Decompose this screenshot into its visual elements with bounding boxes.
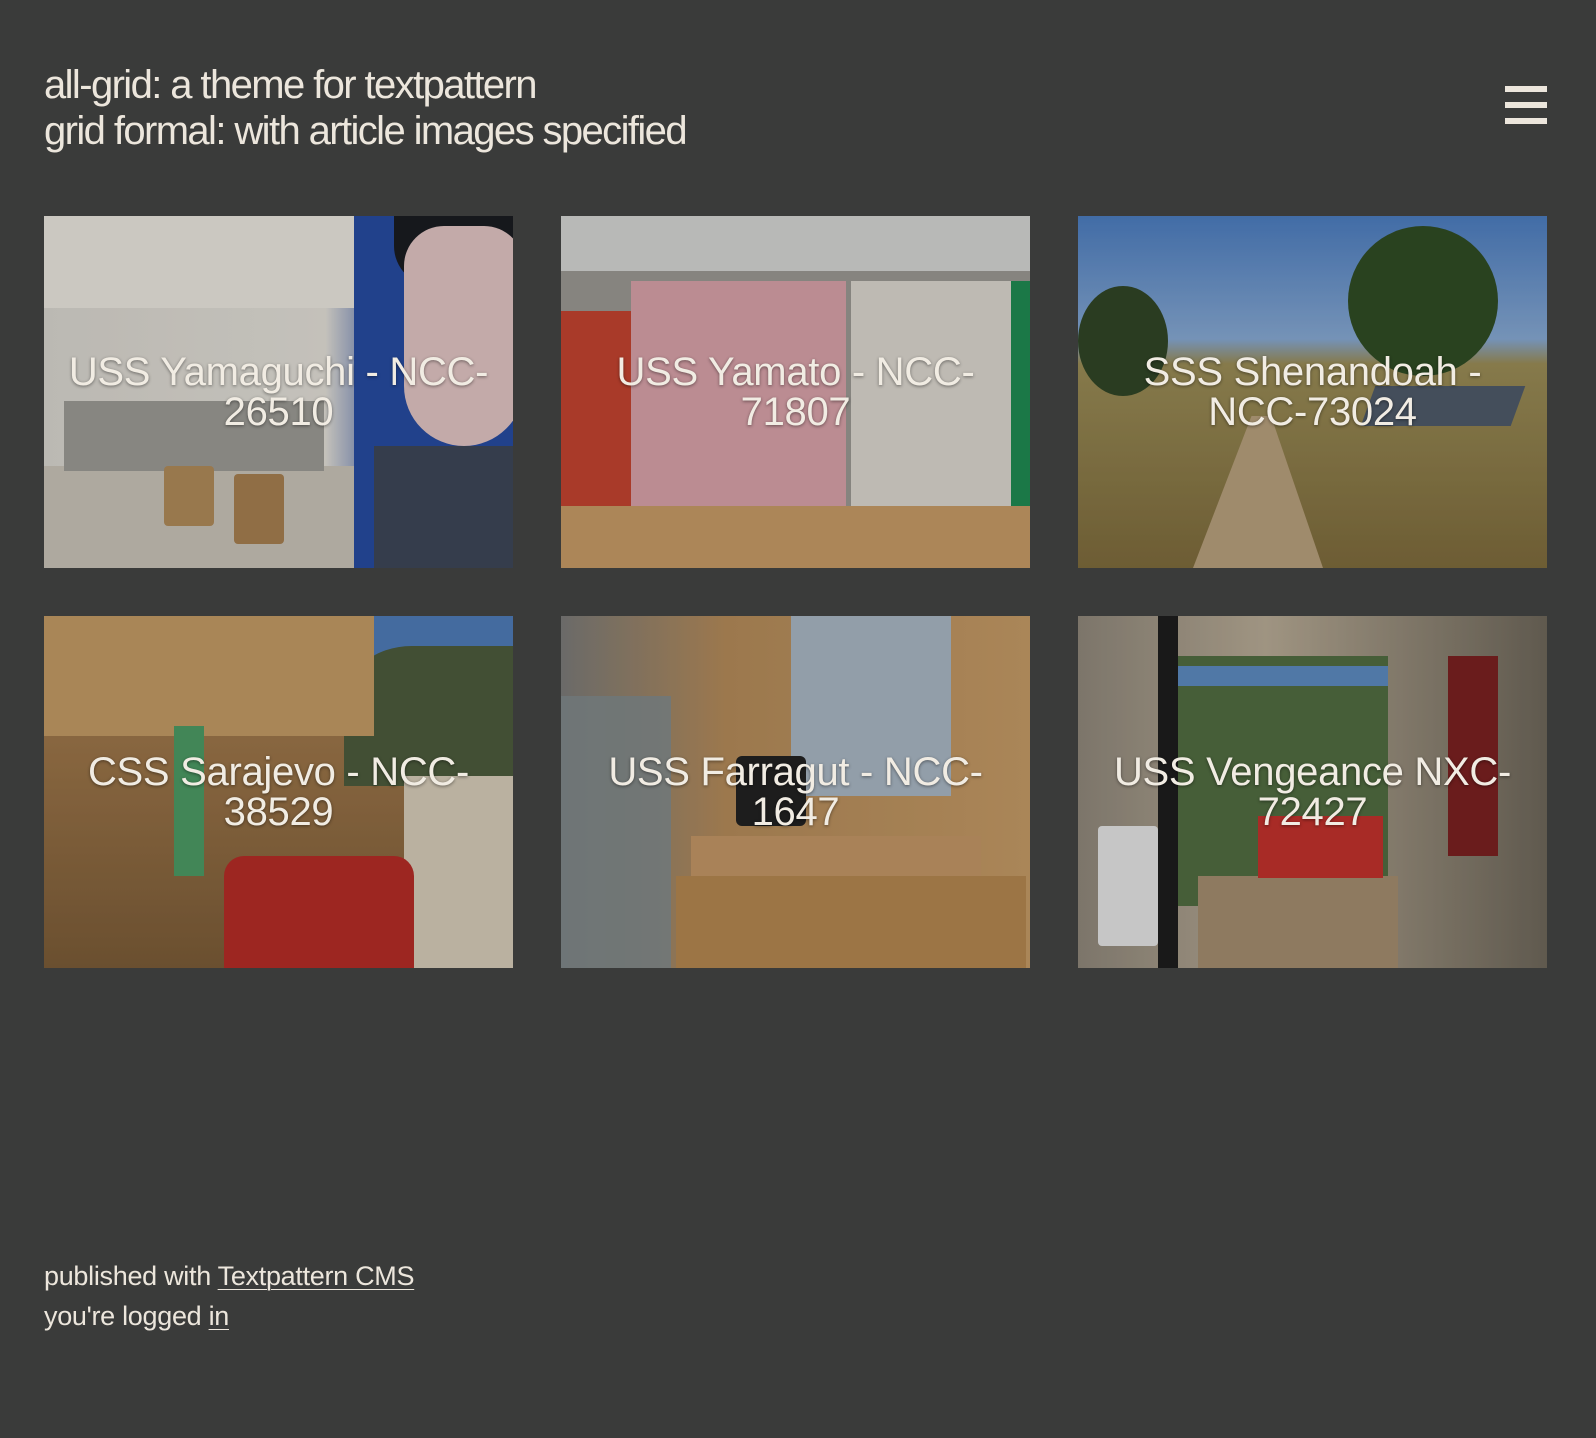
site-subtitle: grid formal: with article images specifi…: [44, 109, 688, 153]
site-title-link[interactable]: all-grid: a theme for textpattern: [44, 62, 1544, 108]
article-card-shenandoah[interactable]: SSS Shenandoah - NCC-73024: [1078, 216, 1547, 568]
article-title: USS Vengeance NXC-72427: [1113, 750, 1512, 834]
textpattern-cms-link[interactable]: Textpattern CMS: [218, 1261, 415, 1291]
article-grid: USS Yamaguchi - NCC-26510 USS Yamato - N…: [44, 216, 1547, 968]
logged-line: you're logged in: [44, 1296, 414, 1336]
published-prefix: published with: [44, 1261, 218, 1291]
site-header: all-grid: a theme for textpattern grid f…: [44, 62, 1544, 154]
article-card-vengeance[interactable]: USS Vengeance NXC-72427: [1078, 616, 1547, 968]
logged-prefix: you're logged: [44, 1301, 209, 1331]
menu-bar: [1505, 118, 1547, 124]
article-card-farragut[interactable]: USS Farragut - NCC-1647: [561, 616, 1030, 968]
article-title: SSS Shenandoah - NCC-73024: [1143, 350, 1482, 434]
hamburger-menu-icon[interactable]: [1505, 84, 1547, 126]
menu-bar: [1505, 86, 1547, 92]
article-card-yamaguchi[interactable]: USS Yamaguchi - NCC-26510: [44, 216, 513, 568]
article-title: USS Farragut - NCC-1647: [608, 750, 983, 834]
article-title: USS Yamaguchi - NCC-26510: [68, 350, 489, 434]
published-line: published with Textpattern CMS: [44, 1256, 415, 1296]
menu-bar: [1505, 102, 1547, 108]
article-title: CSS Sarajevo - NCC-38529: [87, 750, 470, 834]
article-title: USS Yamato - NCC-71807: [616, 350, 975, 434]
site-footer: published with Textpattern CMS you're lo…: [44, 1256, 415, 1336]
login-link[interactable]: in: [209, 1301, 230, 1331]
article-card-yamato[interactable]: USS Yamato - NCC-71807: [561, 216, 1030, 568]
article-card-sarajevo[interactable]: CSS Sarajevo - NCC-38529: [44, 616, 513, 968]
